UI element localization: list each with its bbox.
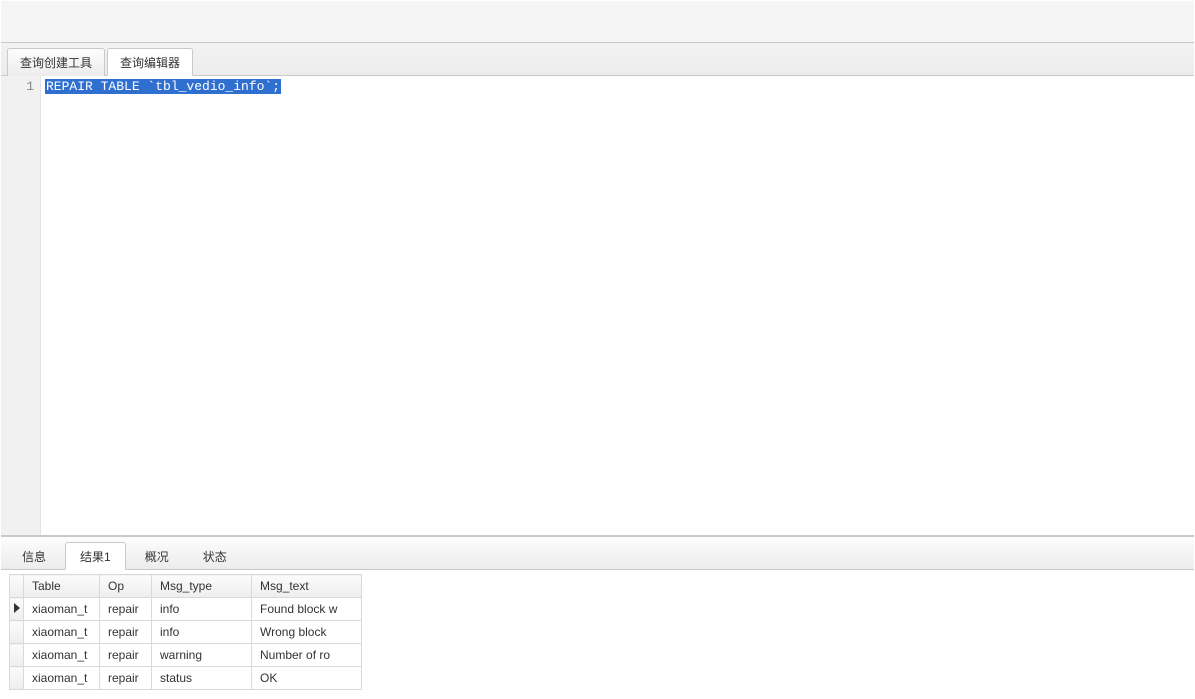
- cell-table[interactable]: xiaoman_t: [24, 598, 100, 621]
- table-row[interactable]: xiaoman_t repair status OK: [10, 667, 362, 690]
- results-table[interactable]: Table Op Msg_type Msg_text xiaoman_t rep…: [9, 574, 362, 690]
- cell-msgtext[interactable]: Found block w: [252, 598, 362, 621]
- tab-label: 查询编辑器: [120, 54, 180, 71]
- row-marker: [10, 621, 24, 644]
- col-header-msgtext[interactable]: Msg_text: [252, 575, 362, 598]
- results-tabs-bar: 信息 结果1 概况 状态: [1, 536, 1194, 570]
- app-root: 查询创建工具 查询编辑器 1 REPAIR TABLE `tbl_vedio_i…: [0, 0, 1195, 699]
- cell-msgtext[interactable]: Number of ro: [252, 644, 362, 667]
- tab-query-builder[interactable]: 查询创建工具: [7, 48, 105, 76]
- cell-msgtext[interactable]: Wrong block: [252, 621, 362, 644]
- tab-status[interactable]: 状态: [188, 542, 242, 570]
- cell-op[interactable]: repair: [100, 667, 152, 690]
- row-marker: [10, 598, 24, 621]
- cell-table[interactable]: xiaoman_t: [24, 621, 100, 644]
- tab-result1[interactable]: 结果1: [65, 542, 126, 570]
- cell-op[interactable]: repair: [100, 598, 152, 621]
- tab-info[interactable]: 信息: [7, 542, 61, 570]
- col-header-msgtype[interactable]: Msg_type: [152, 575, 252, 598]
- table-row[interactable]: xiaoman_t repair info Wrong block: [10, 621, 362, 644]
- table-header-row: Table Op Msg_type Msg_text: [10, 575, 362, 598]
- cell-msgtext[interactable]: OK: [252, 667, 362, 690]
- line-number: 1: [3, 78, 34, 96]
- table-row[interactable]: xiaoman_t repair warning Number of ro: [10, 644, 362, 667]
- results-grid-wrap: Table Op Msg_type Msg_text xiaoman_t rep…: [1, 570, 1194, 698]
- editor-tabs-bar: 查询创建工具 查询编辑器: [1, 42, 1194, 76]
- top-margin: [1, 1, 1194, 42]
- row-marker: [10, 644, 24, 667]
- tab-label: 概况: [145, 548, 169, 565]
- editor-gutter: 1: [1, 76, 41, 535]
- row-marker: [10, 667, 24, 690]
- tab-label: 信息: [22, 548, 46, 565]
- cell-op[interactable]: repair: [100, 621, 152, 644]
- tab-query-editor[interactable]: 查询编辑器: [107, 48, 193, 76]
- editor-code-area[interactable]: REPAIR TABLE `tbl_vedio_info`;: [41, 76, 1194, 535]
- current-row-icon: [14, 603, 20, 613]
- tab-label: 查询创建工具: [20, 54, 92, 71]
- tab-label: 状态: [203, 548, 227, 565]
- cell-msgtype[interactable]: info: [152, 621, 252, 644]
- cell-table[interactable]: xiaoman_t: [24, 667, 100, 690]
- cell-op[interactable]: repair: [100, 644, 152, 667]
- tab-profile[interactable]: 概况: [130, 542, 184, 570]
- tab-label: 结果1: [80, 548, 111, 565]
- cell-table[interactable]: xiaoman_t: [24, 644, 100, 667]
- col-header-table[interactable]: Table: [24, 575, 100, 598]
- sql-editor[interactable]: 1 REPAIR TABLE `tbl_vedio_info`;: [1, 76, 1194, 536]
- table-row[interactable]: xiaoman_t repair info Found block w: [10, 598, 362, 621]
- col-header-op[interactable]: Op: [100, 575, 152, 598]
- selected-sql: REPAIR TABLE `tbl_vedio_info`;: [45, 79, 281, 94]
- cell-msgtype[interactable]: status: [152, 667, 252, 690]
- cell-msgtype[interactable]: info: [152, 598, 252, 621]
- cell-msgtype[interactable]: warning: [152, 644, 252, 667]
- row-header-blank: [10, 575, 24, 598]
